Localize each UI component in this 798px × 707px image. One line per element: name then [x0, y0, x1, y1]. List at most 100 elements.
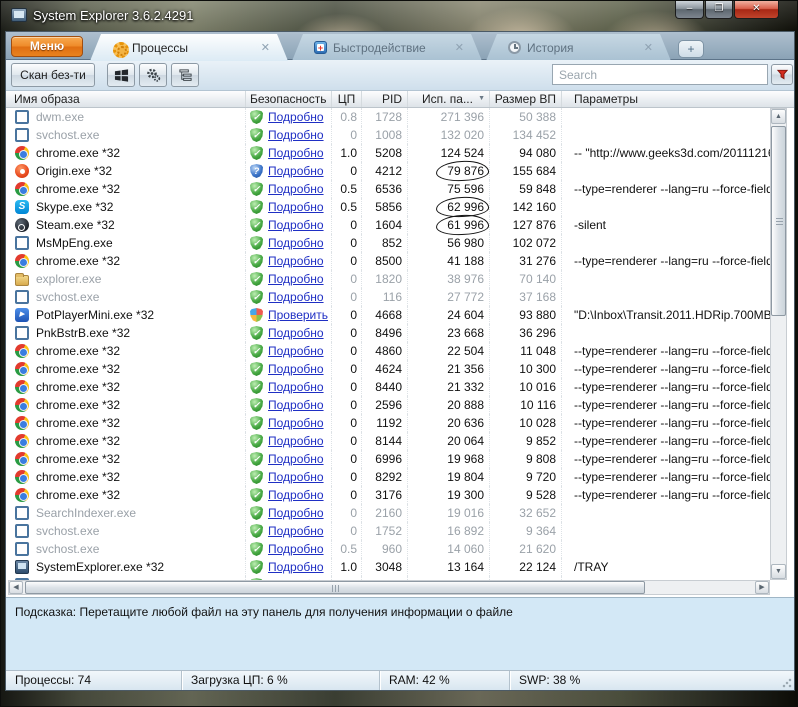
security-details-link[interactable]: Подробно: [268, 416, 324, 430]
table-row[interactable]: SystemExplorer.exe *32 ✓ Подробно 1.0 30…: [6, 558, 770, 576]
table-row[interactable]: svchost.exe ✓ Подробно 0 1752 16 892 9 3…: [6, 522, 770, 540]
security-details-link[interactable]: Подробно: [268, 488, 324, 502]
add-tab-button[interactable]: +: [678, 40, 704, 58]
pid-value: 852: [362, 234, 408, 252]
table-row[interactable]: chrome.exe *32 ✓ Подробно 0 4860 22 504 …: [6, 342, 770, 360]
tab-close-icon[interactable]: ✕: [261, 41, 270, 54]
table-row[interactable]: chrome.exe *32 ✓ Подробно 0 8144 20 064 …: [6, 432, 770, 450]
scroll-left-arrow[interactable]: ◀: [9, 581, 23, 594]
pid-value: 5856: [362, 198, 408, 216]
parameters-value: [562, 540, 770, 558]
horizontal-scrollbar-thumb[interactable]: [25, 581, 645, 594]
table-row[interactable]: svchost.exe ✓ Подробно 0 116 27 772 37 1…: [6, 288, 770, 306]
security-details-link[interactable]: Подробно: [268, 218, 324, 232]
security-details-link[interactable]: Подробно: [268, 452, 324, 466]
scroll-right-arrow[interactable]: ▶: [755, 581, 769, 594]
table-row[interactable]: chrome.exe *32 ✓ Подробно 0 8292 19 804 …: [6, 468, 770, 486]
table-row[interactable]: PotPlayerMini.exe *32 Проверить 0 4668 2…: [6, 306, 770, 324]
pid-value: 1752: [362, 522, 408, 540]
security-details-link[interactable]: Подробно: [268, 398, 324, 412]
table-row[interactable]: chrome.exe *32 ✓ Подробно 1.0 5208 124 5…: [6, 144, 770, 162]
security-shield-icon: ✓: [250, 524, 263, 538]
security-details-link[interactable]: Подробно: [268, 380, 324, 394]
process-tree-icon-button[interactable]: [171, 63, 199, 87]
tab-performance[interactable]: Быстродействие ✕: [292, 34, 482, 61]
parameters-value: -silent: [562, 216, 770, 234]
security-details-link[interactable]: Подробно: [268, 236, 324, 250]
table-row[interactable]: dwm.exe ✓ Подробно 0.8 1728 271 396 50 3…: [6, 108, 770, 126]
table-row[interactable]: explorer.exe ✓ Подробно 0 1820 38 976 70…: [6, 270, 770, 288]
security-details-link[interactable]: Подробно: [268, 326, 324, 340]
potplayer-icon: [15, 308, 29, 322]
scroll-down-arrow[interactable]: ▼: [771, 564, 786, 579]
tab-history[interactable]: История ✕: [486, 34, 671, 61]
close-button[interactable]: ✕: [734, 1, 779, 19]
search-filter-button[interactable]: [771, 64, 793, 85]
vertical-scrollbar-thumb[interactable]: [771, 126, 786, 316]
security-details-link[interactable]: Подробно: [268, 344, 324, 358]
table-row[interactable]: chrome.exe *32 ✓ Подробно 0 1192 20 636 …: [6, 414, 770, 432]
table-row[interactable]: chrome.exe *32 ✓ Подробно 0.5 6536 75 59…: [6, 180, 770, 198]
column-header-image-name[interactable]: Имя образа: [6, 91, 246, 107]
security-details-link[interactable]: Подробно: [268, 506, 324, 520]
parameters-value: --type=renderer --lang=ru --force-fieldt…: [562, 450, 770, 468]
search-input[interactable]: [552, 64, 768, 85]
security-details-link[interactable]: Подробно: [268, 182, 324, 196]
table-row[interactable]: chrome.exe *32 ✓ Подробно 0 4624 21 356 …: [6, 360, 770, 378]
column-header-vm-size[interactable]: Размер ВП: [490, 91, 562, 107]
column-header-security[interactable]: Безопасность: [246, 91, 332, 107]
security-details-link[interactable]: Подробно: [268, 200, 324, 214]
table-row[interactable]: PnkBstrB.exe *32 ✓ Подробно 0 8496 23 66…: [6, 324, 770, 342]
security-details-link[interactable]: Подробно: [268, 272, 324, 286]
table-row[interactable]: Steam.exe *32 ✓ Подробно 0 1604 61 996 1…: [6, 216, 770, 234]
security-details-link[interactable]: Подробно: [268, 164, 324, 178]
security-details-link[interactable]: Подробно: [268, 542, 324, 556]
minimize-button[interactable]: –: [675, 1, 704, 19]
security-shield-icon: ✓: [250, 110, 263, 124]
column-header-cpu[interactable]: ЦП: [332, 91, 362, 107]
vm-size-value: 10 028: [490, 414, 562, 432]
security-scan-gears-icon-button[interactable]: [139, 63, 167, 87]
vm-size-value: 22 124: [490, 558, 562, 576]
process-name: chrome.exe *32: [36, 380, 120, 394]
security-details-link[interactable]: Проверить: [268, 308, 328, 322]
table-row[interactable]: chrome.exe *32 ✓ Подробно 0 3176 19 300 …: [6, 486, 770, 504]
table-row[interactable]: Origin.exe *32 ? Подробно 0 4212 79 876 …: [6, 162, 770, 180]
column-header-pid[interactable]: PID: [362, 91, 408, 107]
memory-value: 20 636: [447, 416, 484, 430]
security-details-link[interactable]: Подробно: [268, 434, 324, 448]
table-row[interactable]: svchost.exe ✓ Подробно 0.5 960 14 060 21…: [6, 540, 770, 558]
tab-processes[interactable]: Процессы ✕: [90, 34, 288, 61]
security-details-link[interactable]: Подробно: [268, 254, 324, 268]
security-details-link[interactable]: Подробно: [268, 290, 324, 304]
vertical-scrollbar[interactable]: ▲ ▼: [770, 108, 787, 580]
security-details-link[interactable]: Подробно: [268, 524, 324, 538]
memory-value: 23 668: [447, 326, 484, 340]
horizontal-scrollbar[interactable]: ◀ ▶: [8, 580, 770, 595]
maximize-button[interactable]: ❐: [705, 1, 733, 19]
menu-button[interactable]: Меню: [11, 36, 83, 57]
security-details-link[interactable]: Подробно: [268, 362, 324, 376]
resize-grip[interactable]: [782, 678, 792, 688]
table-row[interactable]: chrome.exe *32 ✓ Подробно 0 6996 19 968 …: [6, 450, 770, 468]
chrome-icon: [15, 398, 29, 412]
table-row[interactable]: chrome.exe *32 ✓ Подробно 0 8440 21 332 …: [6, 378, 770, 396]
tab-close-icon[interactable]: ✕: [644, 41, 653, 54]
scroll-up-arrow[interactable]: ▲: [771, 109, 786, 124]
windows-logo-icon-button[interactable]: [107, 63, 135, 87]
tab-close-icon[interactable]: ✕: [455, 41, 464, 54]
security-details-link[interactable]: Подробно: [268, 470, 324, 484]
security-details-link[interactable]: Подробно: [268, 146, 324, 160]
table-row[interactable]: Skype.exe *32 ✓ Подробно 0.5 5856 62 996…: [6, 198, 770, 216]
security-details-link[interactable]: Подробно: [268, 128, 324, 142]
table-row[interactable]: chrome.exe *32 ✓ Подробно 0 2596 20 888 …: [6, 396, 770, 414]
column-header-parameters[interactable]: Параметры: [562, 91, 794, 107]
security-details-link[interactable]: Подробно: [268, 560, 324, 574]
table-row[interactable]: SearchIndexer.exe ✓ Подробно 0 2160 19 0…: [6, 504, 770, 522]
column-header-memory[interactable]: Исп. па... ▼: [408, 91, 490, 107]
table-row[interactable]: svchost.exe ✓ Подробно 0 1008 132 020 13…: [6, 126, 770, 144]
table-row[interactable]: MsMpEng.exe ✓ Подробно 0 852 56 980 102 …: [6, 234, 770, 252]
security-details-link[interactable]: Подробно: [268, 110, 324, 124]
scan-security-button[interactable]: Скан без-ти: [11, 63, 95, 87]
table-row[interactable]: chrome.exe *32 ✓ Подробно 0 8500 41 188 …: [6, 252, 770, 270]
